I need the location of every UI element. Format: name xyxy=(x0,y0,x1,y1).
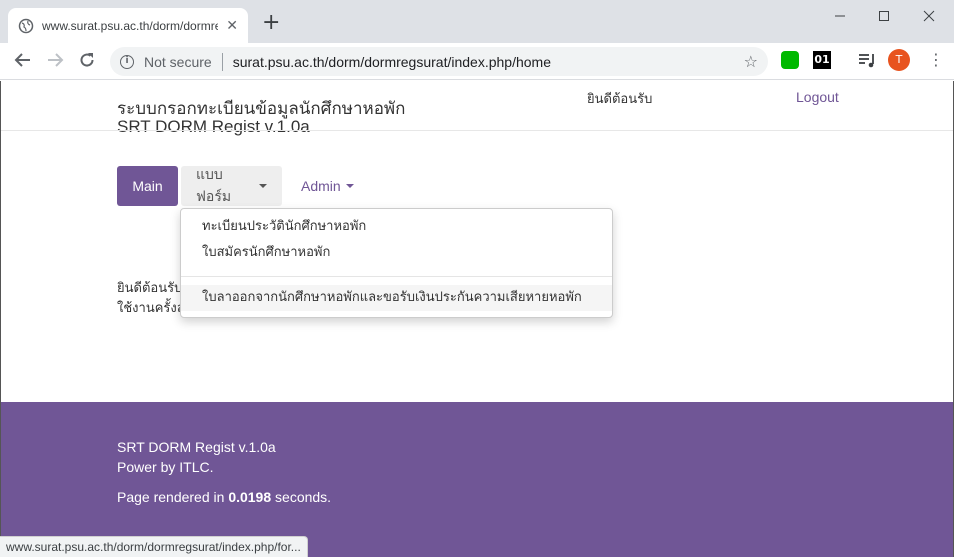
reload-icon[interactable] xyxy=(78,51,96,74)
bookmark-star-icon[interactable]: ☆ xyxy=(744,52,758,71)
last-login-text: ใช้งานครั้งล xyxy=(117,301,185,316)
link-status-bar: www.surat.psu.ac.th/dorm/dormregsurat/in… xyxy=(0,536,308,557)
info-icon[interactable]: i xyxy=(120,54,134,69)
url-text[interactable]: surat.psu.ac.th/dorm/dormregsurat/index.… xyxy=(233,54,551,70)
new-tab-button[interactable]: + xyxy=(262,12,280,34)
minimize-icon[interactable] xyxy=(834,6,846,30)
window-left-edge xyxy=(0,81,1,557)
globe-icon xyxy=(18,18,34,34)
brand-title-en[interactable]: SRT DORM Regist v.1.0a xyxy=(117,117,310,137)
security-label: Not secure xyxy=(144,53,212,70)
dropdown-item-dorm-record[interactable]: ทะเบียนประวัตินักศึกษาหอพัก xyxy=(181,214,612,240)
footer-credit: Power by ITLC. xyxy=(117,459,214,475)
welcome-body-text: ยินดีต้อนรับ xyxy=(117,281,183,296)
dropdown-item-dorm-application[interactable]: ใบสมัครนักศึกษาหอพัก xyxy=(181,240,612,266)
media-queue-icon[interactable] xyxy=(858,51,876,69)
dropdown-item-dorm-resignation[interactable]: ใบลาออกจากนักศึกษาหอพักและขอรับเงินประกั… xyxy=(181,285,612,311)
nav-forms-label: แบบฟอร์ม xyxy=(196,167,232,205)
profile-avatar[interactable]: T xyxy=(888,49,910,71)
page-viewport: ระบบกรอกทะเบียนข้อมูลนักศึกษาหอพัก SRT D… xyxy=(0,81,954,557)
forward-arrow-icon[interactable] xyxy=(46,51,64,74)
render-suffix: seconds. xyxy=(271,489,332,505)
extension-01-icon[interactable]: 01 xyxy=(813,51,831,69)
welcome-text: ยินดีต้อนรับ xyxy=(587,92,653,107)
omnibox-divider xyxy=(221,52,223,71)
caret-down-icon xyxy=(345,184,354,188)
browser-toolbar: i Not secure surat.psu.ac.th/dorm/dormre… xyxy=(0,43,954,80)
browser-tabstrip: www.surat.psu.ac.th/dorm/dormregsurat/in… xyxy=(0,0,954,43)
nav-main-label: Main xyxy=(132,178,163,194)
dropdown-divider xyxy=(181,276,612,277)
render-prefix: Page rendered in xyxy=(117,489,229,505)
render-value: 0.0198 xyxy=(228,489,272,505)
nav-admin-label: Admin xyxy=(301,178,341,194)
nav-forms-dropdown[interactable]: แบบฟอร์ม xyxy=(181,166,282,206)
address-bar[interactable]: i Not secure surat.psu.ac.th/dorm/dormre… xyxy=(110,47,768,76)
close-window-icon[interactable] xyxy=(923,6,935,30)
browser-tab[interactable]: www.surat.psu.ac.th/dorm/dormregsurat/in… xyxy=(8,8,248,43)
header-divider xyxy=(0,130,954,131)
caret-down-icon xyxy=(259,184,267,188)
maximize-icon[interactable] xyxy=(878,6,890,30)
forms-dropdown-menu: ทะเบียนประวัตินักศึกษาหอพัก ใบสมัครนักศึ… xyxy=(180,208,613,318)
nav-admin-dropdown[interactable]: Admin xyxy=(286,166,369,206)
footer-render-time: Page rendered in 0.0198 seconds. xyxy=(117,489,331,505)
back-arrow-icon[interactable] xyxy=(14,51,32,74)
browser-menu-icon[interactable]: ⋮ xyxy=(928,51,944,69)
tab-close-icon[interactable]: ✕ xyxy=(226,18,238,34)
tab-title: www.surat.psu.ac.th/dorm/dormregsurat/in… xyxy=(42,18,218,33)
line-extension-icon[interactable] xyxy=(781,51,799,69)
logout-link[interactable]: Logout xyxy=(796,89,839,105)
footer-version: SRT DORM Regist v.1.0a xyxy=(117,439,276,455)
page-footer: SRT DORM Regist v.1.0a Power by ITLC. Pa… xyxy=(0,402,954,557)
nav-main-tab[interactable]: Main xyxy=(117,166,178,206)
